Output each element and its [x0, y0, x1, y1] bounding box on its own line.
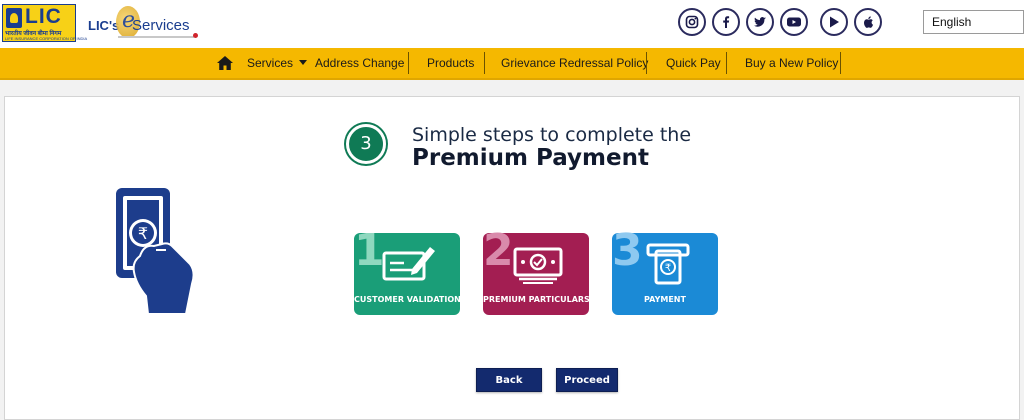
lic-emblem-icon	[6, 8, 22, 28]
eservices-underline	[118, 36, 194, 38]
step-card-number: 2	[483, 225, 514, 276]
language-select[interactable]: English	[923, 10, 1024, 34]
site-header: LIC भारतीय जीवन बीमा निगम LIFE INSURANCE…	[0, 0, 1024, 48]
main-navbar: Services Address Change Products Grievan…	[0, 48, 1024, 80]
hand-holding-phone-icon: ₹	[110, 186, 200, 316]
step-card-premium-particulars: 2 PREMIUM PARTICULARS	[483, 227, 590, 315]
eservices-label: Services	[132, 17, 190, 34]
step-card-number: 1	[354, 225, 385, 276]
step-card-label: PREMIUM PARTICULARS	[483, 295, 590, 304]
nav-item-services[interactable]: Services	[247, 48, 308, 78]
nav-divider	[484, 52, 485, 74]
nav-item-services-label: Services	[247, 56, 294, 70]
nav-item-grievance-redressal-policy[interactable]: Grievance Redressal Policy	[501, 48, 648, 78]
home-icon[interactable]	[216, 55, 234, 71]
steps-heading-line1: Simple steps to complete the	[412, 124, 692, 146]
eservices-logo[interactable]: LIC's Services	[88, 6, 208, 42]
step-card-customer-validation: 1 CUSTOMER VALIDATION	[354, 227, 461, 315]
step-number-badge: 3	[346, 124, 386, 164]
play-store-icon[interactable]	[820, 8, 848, 36]
instagram-icon[interactable]	[678, 8, 706, 36]
chevron-down-icon	[299, 60, 308, 65]
youtube-icon[interactable]	[780, 8, 808, 36]
nav-divider	[726, 52, 727, 74]
back-button[interactable]: Back	[476, 368, 542, 392]
eservices-dot	[193, 33, 198, 38]
eservices-prefix: LIC's	[88, 18, 120, 33]
step-card-label: PAYMENT	[644, 295, 686, 304]
proceed-button[interactable]: Proceed	[556, 368, 618, 392]
nav-item-address-change[interactable]: Address Change	[315, 48, 404, 78]
lic-logo-sub: LIFE INSURANCE CORPORATION OF INDIA	[5, 36, 88, 41]
social-links	[678, 8, 882, 36]
nav-item-buy-a-new-policy[interactable]: Buy a New Policy	[745, 48, 838, 78]
apple-icon[interactable]	[854, 8, 882, 36]
step-card-label: CUSTOMER VALIDATION	[354, 295, 461, 304]
step-card-payment: 3 ₹ PAYMENT	[612, 227, 718, 315]
lic-logo-text: LIC	[25, 5, 62, 28]
nav-divider	[840, 52, 841, 74]
nav-item-products[interactable]: Products	[427, 48, 474, 78]
lic-logo[interactable]: LIC भारतीय जीवन बीमा निगम LIFE INSURANCE…	[2, 4, 87, 42]
banknote-icon	[511, 243, 567, 285]
form-icon	[382, 243, 438, 285]
steps-heading-line2: Premium Payment	[412, 145, 649, 171]
step-card-number: 3	[612, 225, 643, 276]
svg-text:₹: ₹	[665, 263, 671, 274]
nav-item-quick-pay[interactable]: Quick Pay	[666, 48, 721, 78]
nav-divider	[408, 52, 409, 74]
nav-divider	[646, 52, 647, 74]
twitter-icon[interactable]	[746, 8, 774, 36]
atm-icon: ₹	[640, 243, 696, 285]
facebook-icon[interactable]	[712, 8, 740, 36]
svg-text:₹: ₹	[138, 224, 148, 243]
